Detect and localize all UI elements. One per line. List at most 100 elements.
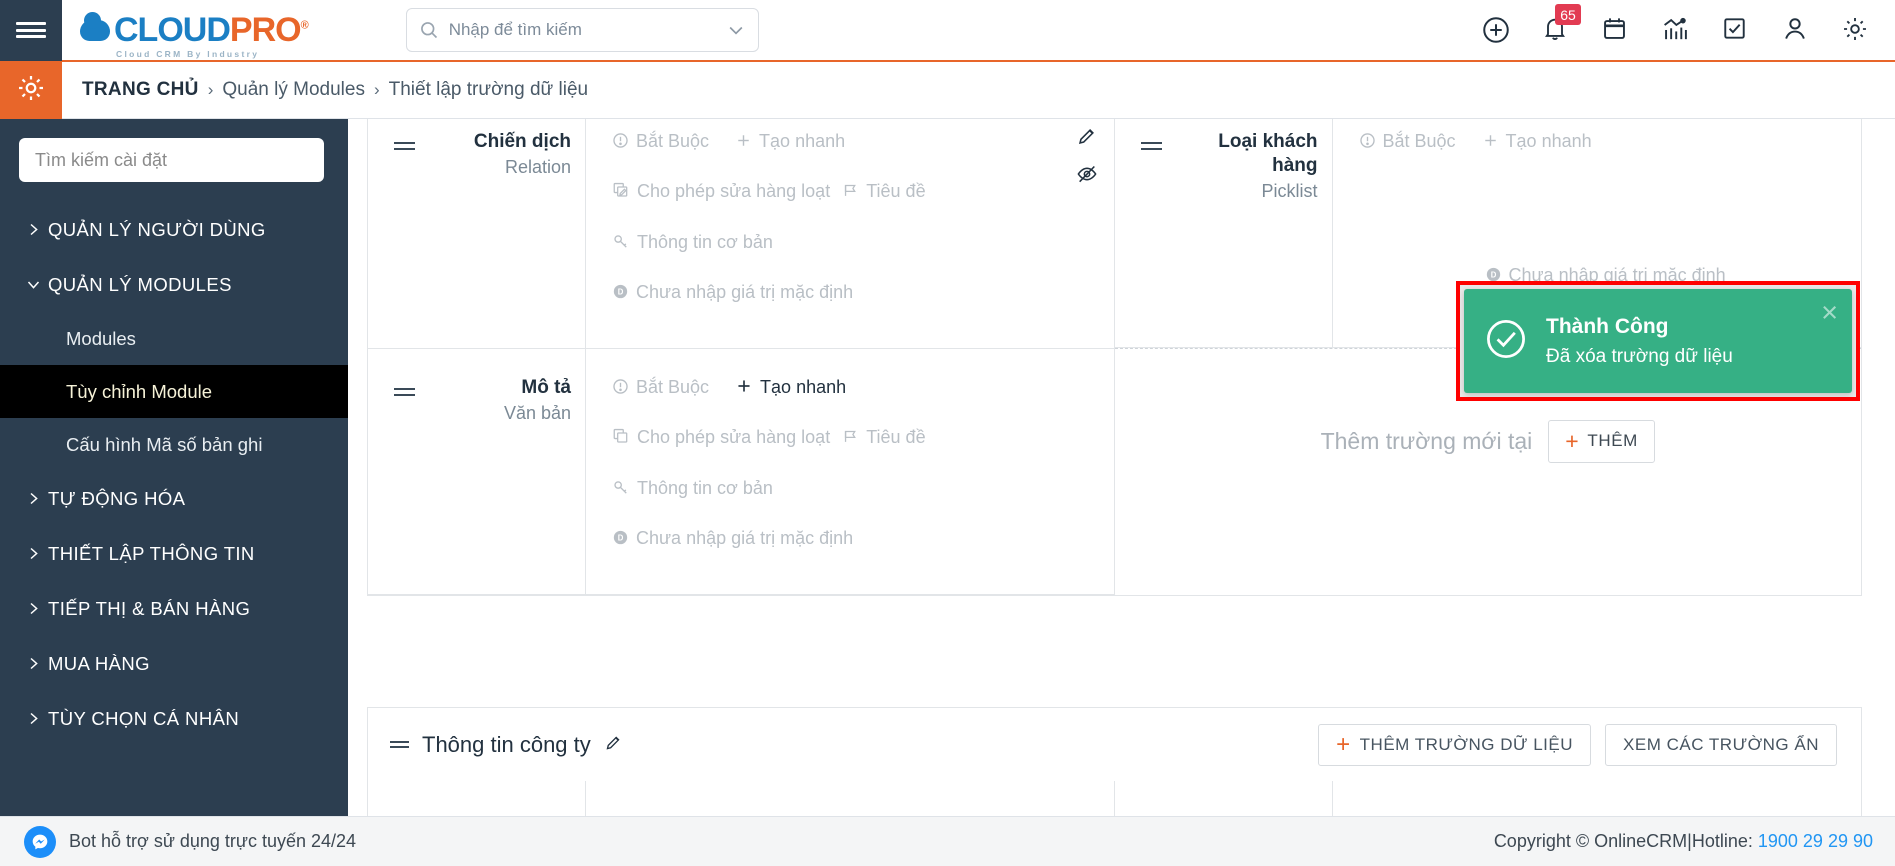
prop-label: Tạo nhanh bbox=[1505, 131, 1592, 151]
hotline-number[interactable]: 1900 29 29 90 bbox=[1758, 831, 1873, 851]
edit-pencil-icon[interactable] bbox=[1076, 125, 1098, 152]
prop-quick-create[interactable]: Tạo nhanh bbox=[735, 129, 845, 155]
search-input[interactable] bbox=[448, 20, 726, 40]
field-name-cell: Chiến dịch Relation bbox=[368, 119, 586, 349]
sidebar-item-user-management[interactable]: QUẢN LÝ NGƯỜI DÙNG bbox=[0, 202, 348, 257]
sidebar-item-record-id-config[interactable]: Cấu hình Mã số bản ghi bbox=[0, 418, 348, 471]
close-icon[interactable]: × bbox=[1821, 299, 1838, 328]
plus-icon: + bbox=[1565, 427, 1580, 454]
add-field-button-label: THÊM bbox=[1587, 431, 1638, 450]
search-box[interactable] bbox=[405, 8, 759, 52]
sidebar-item-customize-module[interactable]: Tùy chỉnh Module bbox=[0, 365, 348, 418]
drag-handle-icon[interactable] bbox=[394, 376, 415, 400]
sidebar-item-label: TÙY CHỌN CÁ NHÂN bbox=[48, 707, 240, 729]
add-data-field-button[interactable]: + THÊM TRƯỜNG DỮ LIỆU bbox=[1318, 723, 1592, 766]
sidebar-item-info-setup[interactable]: THIẾT LẬP THÔNG TIN bbox=[0, 526, 348, 581]
sidebar-item-label: Tùy chỉnh Module bbox=[66, 380, 213, 402]
field-type: Văn bản bbox=[503, 402, 571, 423]
prop-basic-info[interactable]: Thông tin cơ bản bbox=[612, 476, 773, 502]
copyright-label: Copyright © OnlineCRM bbox=[1493, 831, 1688, 851]
prop-mass-edit[interactable]: Cho phép sửa hàng loạt bbox=[612, 425, 830, 451]
sidebar-search-input[interactable] bbox=[35, 149, 308, 171]
add-field-button[interactable]: + THÊM bbox=[1548, 419, 1655, 463]
sidebar: QUẢN LÝ NGƯỜI DÙNG QUẢN LÝ MODULES Modul… bbox=[0, 119, 348, 816]
gear-icon bbox=[16, 73, 46, 108]
add-field-label: Thêm trường mới tại bbox=[1320, 427, 1533, 454]
sidebar-item-module-management[interactable]: QUẢN LÝ MODULES bbox=[0, 257, 348, 312]
chat-bot-link[interactable]: Bot hỗ trợ sử dụng trực tuyến 24/24 bbox=[24, 825, 356, 858]
brand-logo-link[interactable]: CLOUDPRO® Cloud CRM By Industry bbox=[62, 12, 309, 58]
settings-gear-icon[interactable] bbox=[1841, 15, 1871, 45]
field-title: Loại khách hàng bbox=[1218, 131, 1318, 176]
prop-default-value[interactable]: D Chưa nhập giá trị mặc định bbox=[612, 526, 853, 552]
block-cell bbox=[586, 781, 1115, 816]
sidebar-item-personal-options[interactable]: TÙY CHỌN CÁ NHÂN bbox=[0, 691, 348, 746]
plus-icon bbox=[735, 375, 753, 401]
checkbox-task-icon[interactable] bbox=[1721, 15, 1751, 45]
chevron-right-icon bbox=[26, 656, 48, 671]
field-card[interactable]: Mô tả Văn bản Bắt Buộc Tạo nhanh Cho phé… bbox=[368, 349, 1114, 596]
bell-icon[interactable]: 65 bbox=[1541, 4, 1581, 45]
brand-wordmark: CLOUDPRO® Cloud CRM By Industry bbox=[114, 13, 309, 58]
global-search bbox=[405, 8, 759, 52]
prop-required[interactable]: Bắt Buộc bbox=[612, 129, 709, 155]
field-name-cell: Mô tả Văn bản bbox=[368, 349, 586, 595]
breadcrumb-item-field-setup[interactable]: Thiết lập trường dữ liệu bbox=[389, 79, 589, 101]
sidebar-nav: QUẢN LÝ NGƯỜI DÙNG QUẢN LÝ MODULES Modul… bbox=[0, 202, 348, 746]
sidebar-item-label: QUẢN LÝ NGƯỜI DÙNG bbox=[48, 218, 266, 240]
svg-text:D: D bbox=[618, 534, 624, 543]
prop-label: Tiêu đề bbox=[866, 181, 926, 202]
hotline-label: Hotline: bbox=[1691, 831, 1753, 851]
edit-pencil-icon[interactable] bbox=[604, 732, 623, 758]
prop-header-field[interactable]: Tiêu đề bbox=[842, 179, 926, 205]
prop-default-value[interactable]: D Chưa nhập giá trị mặc định bbox=[612, 280, 853, 306]
prop-required[interactable]: Bắt Buộc bbox=[612, 375, 709, 401]
field-title: Chiến dịch bbox=[473, 131, 571, 152]
add-circle-icon[interactable] bbox=[1481, 15, 1511, 45]
sidebar-item-automation[interactable]: TỰ ĐỘNG HÓA bbox=[0, 471, 348, 526]
sidebar-item-label: THIẾT LẬP THÔNG TIN bbox=[48, 542, 255, 564]
prop-label: Cho phép sửa hàng loạt bbox=[637, 427, 831, 448]
sidebar-item-purchasing[interactable]: MUA HÀNG bbox=[0, 636, 348, 691]
block-actions: + THÊM TRƯỜNG DỮ LIỆU XEM CÁC TRƯỜNG ẨN bbox=[1318, 723, 1837, 766]
success-toast[interactable]: Thành Công Đã xóa trường dữ liệu × bbox=[1464, 289, 1852, 393]
field-card[interactable]: Chiến dịch Relation Bắt Buộc Tạo nhanh C… bbox=[368, 119, 1114, 350]
eye-slash-icon[interactable] bbox=[1076, 163, 1098, 190]
settings-section-button[interactable] bbox=[0, 61, 62, 119]
prop-required[interactable]: Bắt Buộc bbox=[1359, 129, 1456, 155]
analytics-chart-icon[interactable] bbox=[1661, 15, 1691, 45]
prop-basic-info[interactable]: Thông tin cơ bản bbox=[612, 230, 773, 256]
show-hidden-fields-button[interactable]: XEM CÁC TRƯỜNG ẨN bbox=[1605, 723, 1837, 766]
sidebar-item-label: TỰ ĐỘNG HÓA bbox=[48, 487, 186, 509]
prop-label: Chưa nhập giá trị mặc định bbox=[636, 281, 854, 302]
chevron-down-icon[interactable] bbox=[726, 20, 746, 40]
sidebar-search-box[interactable] bbox=[19, 138, 324, 182]
drag-handle-icon[interactable] bbox=[390, 737, 409, 752]
sidebar-item-modules[interactable]: Modules bbox=[0, 312, 348, 365]
hamburger-menu-button[interactable] bbox=[0, 0, 62, 61]
breadcrumb-item-modules[interactable]: Quản lý Modules bbox=[222, 79, 365, 101]
prop-quick-create[interactable]: Tạo nhanh bbox=[1482, 129, 1592, 155]
exclamation-circle-icon bbox=[1359, 129, 1376, 155]
breadcrumb-home[interactable]: TRANG CHỦ bbox=[82, 79, 199, 101]
drag-handle-icon[interactable] bbox=[1140, 130, 1162, 154]
prop-mass-edit[interactable]: Cho phép sửa hàng loạt bbox=[612, 179, 830, 205]
search-icon bbox=[419, 20, 439, 40]
sidebar-item-marketing-sales[interactable]: TIẾP THỊ & BÁN HÀNG bbox=[0, 581, 348, 636]
field-type: Relation bbox=[504, 156, 571, 177]
check-circle-icon bbox=[1484, 317, 1528, 366]
prop-header-field[interactable]: Tiêu đề bbox=[842, 425, 926, 451]
show-hidden-fields-label: XEM CÁC TRƯỜNG ẨN bbox=[1623, 734, 1819, 754]
field-properties: Bắt Buộc Tạo nhanh bbox=[586, 119, 1114, 348]
default-value-icon: D bbox=[612, 526, 629, 552]
field-type: Picklist bbox=[1261, 180, 1318, 201]
prop-label: Cho phép sửa hàng loạt bbox=[637, 181, 831, 202]
sidebar-item-label: MUA HÀNG bbox=[48, 652, 150, 674]
user-icon[interactable] bbox=[1781, 15, 1811, 45]
svg-text:D: D bbox=[1490, 271, 1496, 280]
prop-quick-create[interactable]: Tạo nhanh bbox=[735, 375, 846, 401]
drag-handle-icon[interactable] bbox=[394, 130, 415, 154]
main-content: Chiến dịch Relation Bắt Buộc Tạo nhanh C… bbox=[348, 119, 1895, 816]
calendar-icon[interactable] bbox=[1601, 15, 1631, 45]
key-icon bbox=[612, 230, 630, 256]
